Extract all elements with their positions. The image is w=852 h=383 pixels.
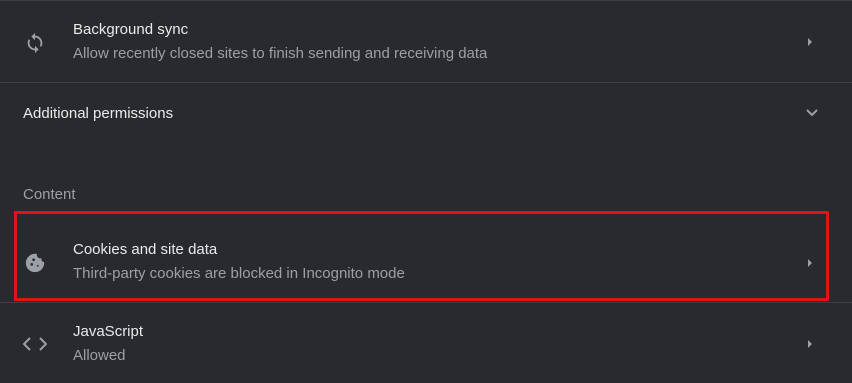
cookie-icon: [22, 250, 48, 276]
content-section-label: Content: [23, 186, 76, 203]
javascript-subtitle: Allowed: [73, 347, 126, 364]
background-sync-subtitle: Allow recently closed sites to finish se…: [73, 45, 488, 62]
chevron-right-icon: [805, 257, 815, 269]
cookies-subtitle: Third-party cookies are blocked in Incog…: [73, 265, 405, 282]
site-settings-panel: Background sync Allow recently closed si…: [0, 0, 852, 383]
additional-permissions-label: Additional permissions: [23, 105, 174, 122]
background-sync-title: Background sync: [73, 21, 189, 38]
chevron-right-icon: [805, 338, 815, 350]
chevron-right-icon: [805, 36, 815, 48]
code-icon: [22, 331, 48, 357]
background-sync-row[interactable]: Background sync Allow recently closed si…: [0, 1, 852, 82]
cookies-and-site-data-row[interactable]: Cookies and site data Third-party cookie…: [0, 214, 852, 298]
chevron-down-icon[interactable]: [805, 106, 819, 118]
sync-icon: [22, 30, 48, 56]
javascript-title: JavaScript: [73, 323, 144, 340]
javascript-row[interactable]: JavaScript Allowed: [0, 303, 852, 383]
cookies-title: Cookies and site data: [73, 241, 218, 258]
additional-permissions-toggle[interactable]: Additional permissions: [0, 83, 852, 141]
